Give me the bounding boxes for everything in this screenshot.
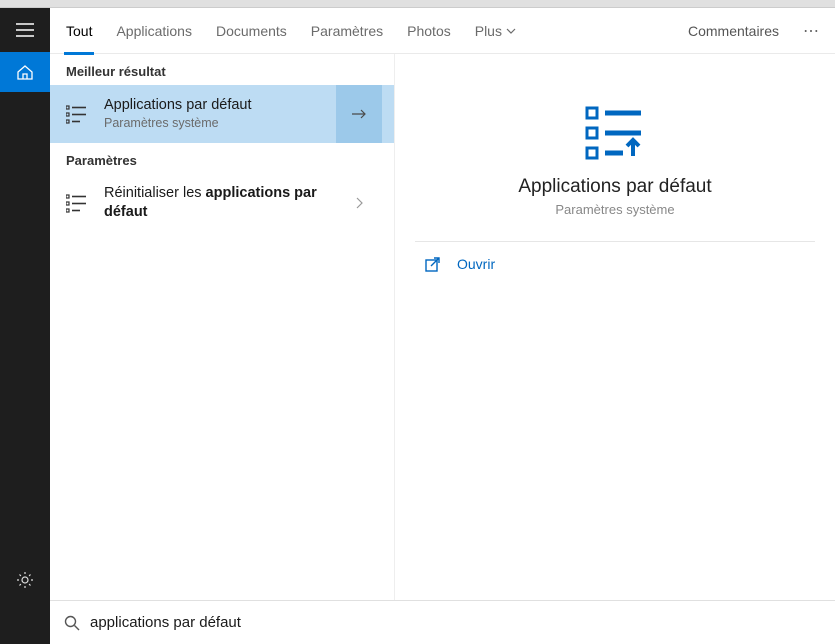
section-settings: Paramètres	[50, 143, 394, 174]
hamburger-icon	[16, 23, 34, 37]
more-horizontal-icon: ⋯	[803, 23, 821, 40]
tab-label-docs: Documents	[216, 23, 287, 39]
detail-panel: Applications par défaut Paramètres systè…	[394, 54, 835, 600]
hamburger-menu[interactable]	[0, 8, 50, 52]
tab-all[interactable]: Tout	[54, 8, 104, 54]
result-title: Réinitialiser les applications par défau…	[104, 184, 324, 222]
search-input[interactable]	[90, 614, 821, 631]
search-icon	[64, 615, 80, 631]
tab-label-settings: Paramètres	[311, 23, 383, 39]
result-subtitle: Paramètres système	[104, 115, 324, 131]
home-icon	[16, 63, 34, 81]
search-bar	[50, 600, 835, 644]
home-nav[interactable]	[0, 52, 50, 92]
sidebar	[0, 8, 50, 644]
detail-subtitle: Paramètres système	[395, 202, 835, 217]
gear-icon	[16, 571, 34, 589]
tab-label-photos: Photos	[407, 23, 451, 39]
settings-result-icon	[66, 104, 88, 124]
chevron-down-icon	[506, 28, 516, 34]
arrow-right-icon	[351, 108, 367, 120]
default-apps-large-icon	[583, 104, 647, 160]
result-reset-default-apps[interactable]: Réinitialiser les applications par défau…	[50, 174, 394, 232]
detail-title: Applications par défaut	[395, 176, 835, 198]
tab-docs[interactable]: Documents	[204, 8, 299, 54]
result-expand-arrow[interactable]	[336, 174, 382, 232]
tab-label-all: Tout	[66, 23, 92, 39]
chevron-right-icon	[355, 197, 363, 209]
feedback-label: Commentaires	[688, 23, 779, 39]
settings-nav[interactable]	[0, 560, 50, 600]
settings-result-icon	[66, 193, 88, 213]
results-panel: Meilleur résultat Application	[50, 54, 394, 600]
result-title: Applications par défaut	[104, 96, 324, 115]
filter-tabs: Tout Applications Documents Paramètres P…	[50, 8, 835, 54]
result-expand-arrow[interactable]	[336, 85, 382, 143]
tab-label-more: Plus	[475, 23, 502, 39]
tab-settings[interactable]: Paramètres	[299, 8, 395, 54]
open-action[interactable]: Ouvrir	[395, 242, 835, 286]
tab-apps[interactable]: Applications	[104, 8, 204, 54]
open-label: Ouvrir	[457, 256, 495, 272]
feedback-link[interactable]: Commentaires	[674, 8, 793, 54]
more-options[interactable]: ⋯	[793, 21, 831, 41]
result-best-default-apps[interactable]: Applications par défaut Paramètres systè…	[50, 85, 394, 143]
result-title-prefix: Réinitialiser les	[104, 185, 206, 201]
open-icon	[425, 256, 441, 272]
tab-label-apps: Applications	[116, 23, 192, 39]
tab-photos[interactable]: Photos	[395, 8, 463, 54]
section-best-result: Meilleur résultat	[50, 54, 394, 85]
tab-more[interactable]: Plus	[463, 8, 528, 54]
